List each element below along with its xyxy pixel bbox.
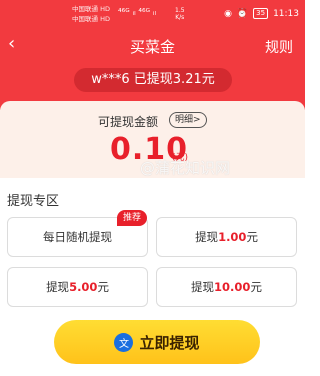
signal-icon: ⁴⁶ᴳ ᵢₗ ⁴⁶ᴳ ᵢₗ bbox=[118, 8, 156, 18]
network-speed: 1.5 K/s bbox=[175, 7, 185, 21]
withdraw-option-10[interactable]: 提现 10.00 元 bbox=[156, 267, 297, 307]
carrier-2: 中国联通 HD bbox=[72, 15, 110, 23]
carrier-1: 中国联通 HD bbox=[72, 5, 110, 13]
nav-bar: ‹ 买菜金 规则 bbox=[0, 30, 305, 60]
battery-icon: 35 bbox=[253, 8, 269, 19]
withdraw-summary: w***6 已提现3.21元 bbox=[74, 68, 232, 92]
withdraw-option-1[interactable]: 提现 1.00 元 bbox=[156, 217, 297, 257]
page-title: 买菜金 bbox=[129, 38, 175, 56]
alarm-icon: ⏰ bbox=[236, 8, 249, 19]
withdraw-option-5[interactable]: 提现 5.00 元 bbox=[7, 267, 148, 307]
rules-link[interactable]: 规则 bbox=[265, 37, 293, 57]
detail-button[interactable]: 明细> bbox=[169, 112, 207, 128]
watermark: @蒲花知识网 bbox=[140, 159, 231, 177]
recommend-badge: 推荐 bbox=[117, 210, 148, 226]
eye-icon: ◉ bbox=[224, 8, 232, 19]
section-title: 提现专区 bbox=[7, 194, 60, 209]
clock: 11:13 bbox=[273, 8, 299, 19]
chevron-right-icon: > bbox=[193, 115, 201, 125]
status-bar: 中国联通 HD 中国联通 HD ⁴⁶ᴳ ᵢₗ ⁴⁶ᴳ ᵢₗ 1.5 K/s ◉ … bbox=[0, 0, 305, 30]
status-right: ◉ ⏰ 35 11:13 bbox=[224, 8, 299, 19]
withdraw-now-label: 立即提现 bbox=[139, 333, 200, 352]
carrier-info: 中国联通 HD 中国联通 HD bbox=[72, 4, 110, 24]
withdraw-now-button[interactable]: 文 立即提现 bbox=[54, 320, 260, 364]
withdraw-icon: 文 bbox=[114, 332, 134, 352]
balance-label: 可提现金额 bbox=[98, 115, 159, 129]
